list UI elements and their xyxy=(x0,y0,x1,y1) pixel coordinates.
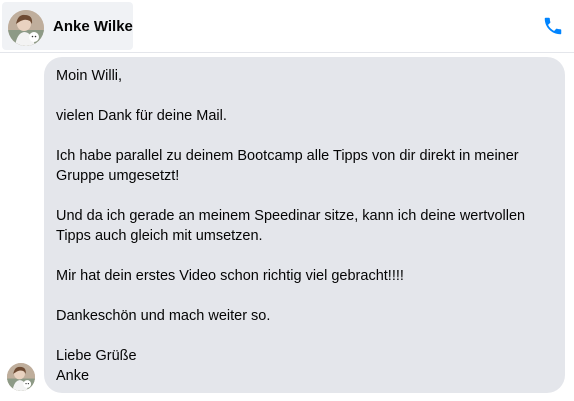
contact-profile-button[interactable]: Anke Wilke xyxy=(2,2,133,50)
message-line: Und da ich gerade an meinem Speedinar si… xyxy=(56,208,526,224)
message-line: Mir hat dein erstes Video schon richtig … xyxy=(56,268,404,284)
phone-icon xyxy=(544,17,562,35)
contact-avatar[interactable] xyxy=(8,10,44,46)
message-line-greeting: Moin Willi, xyxy=(56,68,123,84)
message-line: Tipps auch gleich mit umsetzen. xyxy=(56,228,263,244)
avatar-photo-icon xyxy=(7,363,35,391)
audio-call-button[interactable] xyxy=(542,15,564,37)
message-line: Dankeschön und mach weiter so. xyxy=(56,308,271,324)
sender-avatar[interactable] xyxy=(7,363,35,391)
message-line-signature: Anke xyxy=(56,368,90,384)
messenger-conversation: Anke Wilke Moin Willi, vielen Dank für d… xyxy=(0,0,574,401)
contact-name[interactable]: Anke Wilke xyxy=(53,18,133,35)
message-line: Ich habe parallel zu deinem Bootcamp all… xyxy=(56,148,519,164)
avatar-photo-icon xyxy=(8,10,44,46)
message-line-closing: Liebe Grüße xyxy=(56,348,137,364)
message-line: vielen Dank für deine Mail. xyxy=(56,108,227,124)
conversation-header: Anke Wilke xyxy=(0,0,574,53)
message-bubble[interactable]: Moin Willi, vielen Dank für deine Mail. … xyxy=(44,57,565,393)
message-line: Gruppe umgesetzt! xyxy=(56,168,180,184)
